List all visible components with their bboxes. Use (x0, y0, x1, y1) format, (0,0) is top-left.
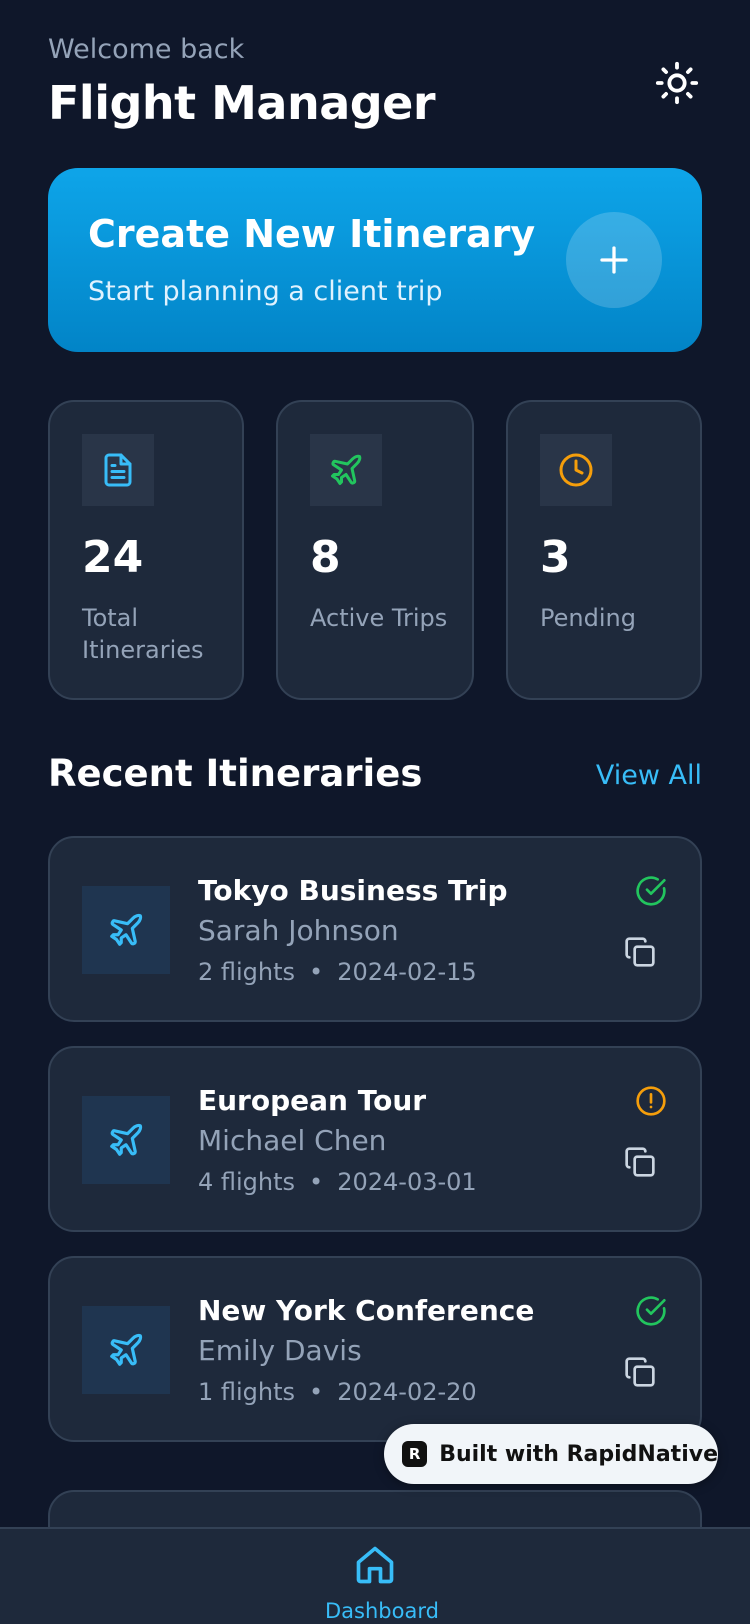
stat-label: Pending (540, 604, 636, 632)
itinerary-card[interactable]: European Tour Michael Chen 4 flights • 202… (48, 1046, 702, 1232)
check-circle-icon (636, 876, 666, 906)
stat-value: 8 (310, 532, 341, 583)
page-title: Flight Manager (48, 76, 436, 130)
itinerary-icon-box (82, 886, 170, 974)
stat-value: 3 (540, 532, 571, 583)
theme-toggle-button[interactable] (652, 58, 702, 108)
plus-icon (600, 246, 628, 274)
itinerary-client: Michael Chen (198, 1124, 387, 1157)
itinerary-flights: 2 flights (198, 958, 296, 986)
itinerary-meta: 4 flights • 2024-03-01 (198, 1168, 477, 1196)
itinerary-icon-box (82, 1306, 170, 1394)
status-indicator (634, 1084, 668, 1118)
dashboard-screen: Welcome back Flight Manager Create New I… (0, 0, 750, 1624)
duplicate-button[interactable] (622, 1144, 658, 1180)
built-with-badge[interactable]: R Built with RapidNative (384, 1424, 718, 1484)
plane-icon (110, 1333, 143, 1366)
itinerary-meta: 2 flights • 2024-02-15 (198, 958, 477, 986)
duplicate-button[interactable] (622, 1354, 658, 1390)
built-with-text: Built with RapidNative (439, 1441, 718, 1467)
itinerary-flights: 1 flights (198, 1378, 296, 1406)
status-indicator (634, 874, 668, 908)
rapidnative-logo: R (402, 1441, 428, 1467)
stat-card-active-trips[interactable]: 8 Active Trips (276, 400, 474, 700)
itinerary-client: Emily Davis (198, 1334, 362, 1367)
stat-card-total-itineraries[interactable]: 24 Total Itineraries (48, 400, 244, 700)
stat-value: 24 (82, 532, 144, 583)
itinerary-date: 2024-02-20 (337, 1378, 477, 1406)
create-itinerary-button[interactable] (566, 212, 662, 308)
home-icon (356, 1546, 394, 1584)
stat-icon-box (310, 434, 382, 506)
itinerary-client: Sarah Johnson (198, 914, 399, 947)
meta-separator: • (309, 1378, 324, 1406)
check-circle-icon (636, 1296, 666, 1326)
recent-itineraries-title: Recent Itineraries (48, 752, 423, 795)
plane-icon (110, 913, 143, 946)
tab-dashboard[interactable]: Dashboard (325, 1529, 439, 1624)
stat-label: Active Trips (310, 604, 448, 632)
plane-icon (331, 454, 362, 485)
itinerary-title: European Tour (198, 1084, 427, 1117)
itinerary-meta: 1 flights • 2024-02-20 (198, 1378, 477, 1406)
duplicate-button[interactable] (622, 934, 658, 970)
stat-icon-box (82, 434, 154, 506)
alert-circle-icon (636, 1086, 666, 1116)
itinerary-card[interactable]: Tokyo Business Trip Sarah Johnson 2 flig… (48, 836, 702, 1022)
stat-icon-box (540, 434, 612, 506)
itinerary-date: 2024-02-15 (337, 958, 477, 986)
stat-label: Total Itineraries (82, 604, 204, 664)
clock-icon (559, 453, 593, 487)
copy-icon (625, 937, 655, 967)
document-icon (104, 453, 132, 487)
plane-icon (110, 1123, 143, 1156)
create-itinerary-card[interactable]: Create New Itinerary Start planning a cl… (48, 168, 702, 352)
welcome-text: Welcome back (48, 34, 245, 65)
meta-separator: • (309, 958, 324, 986)
itinerary-card[interactable]: New York Conference Emily Davis 1 flight… (48, 1256, 702, 1442)
meta-separator: • (309, 1168, 324, 1196)
view-all-link[interactable]: View All (596, 760, 702, 791)
sun-icon (655, 61, 699, 105)
copy-icon (625, 1357, 655, 1387)
itinerary-icon-box (82, 1096, 170, 1184)
tab-label: Dashboard (325, 1599, 439, 1623)
create-itinerary-subtitle: Start planning a client trip (88, 276, 443, 307)
itinerary-flights: 4 flights (198, 1168, 296, 1196)
itinerary-title: Tokyo Business Trip (198, 874, 508, 907)
status-indicator (634, 1294, 668, 1328)
copy-icon (625, 1147, 655, 1177)
itinerary-title: New York Conference (198, 1294, 535, 1327)
bottom-tab-bar: Dashboard (0, 1527, 750, 1624)
create-itinerary-title: Create New Itinerary (88, 212, 536, 256)
stat-card-pending[interactable]: 3 Pending (506, 400, 702, 700)
itinerary-date: 2024-03-01 (337, 1168, 477, 1196)
